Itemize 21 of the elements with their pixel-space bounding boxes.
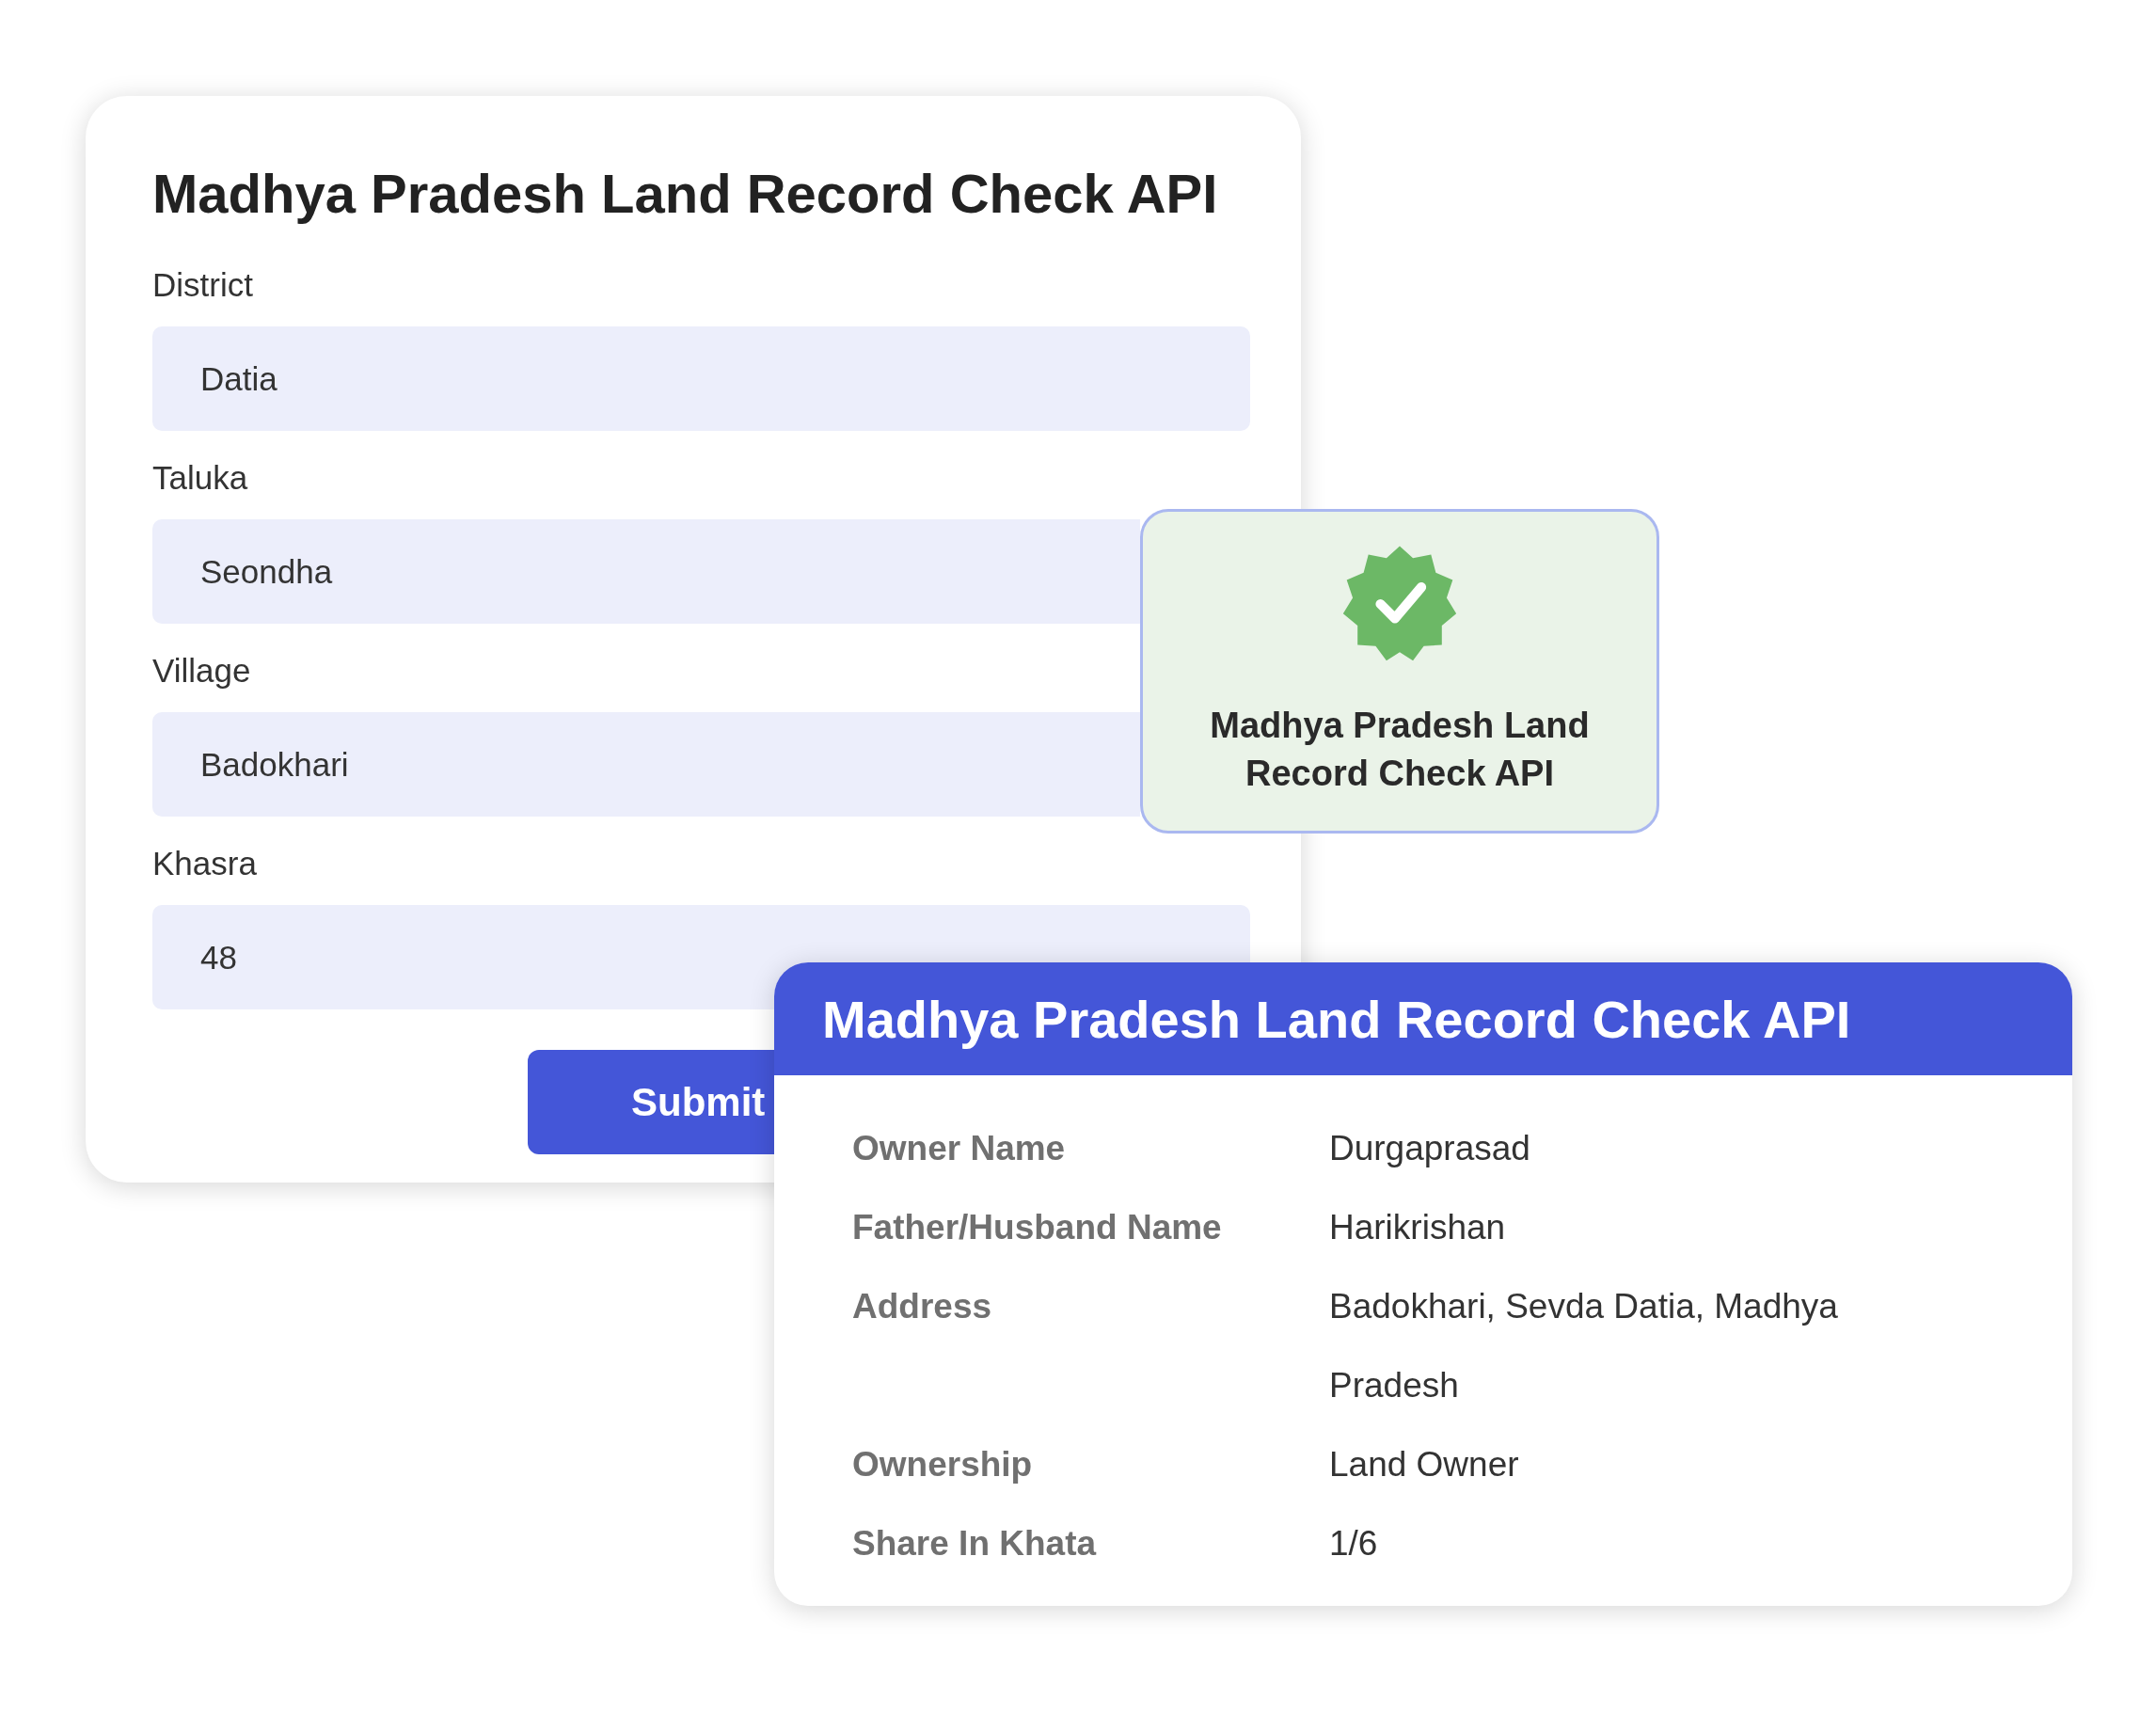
- result-value: Land Owner: [1329, 1444, 1520, 1485]
- result-value: Harikrishan: [1329, 1207, 1507, 1248]
- verified-text: Madhya Pradesh Land Record Check API: [1209, 705, 1591, 796]
- form-title: Madhya Pradesh Land Record Check API: [152, 162, 1219, 225]
- input-field[interactable]: Seondha: [152, 519, 1140, 624]
- input-field[interactable]: Datia: [152, 326, 1250, 431]
- result-label: Owner Name: [852, 1128, 1067, 1169]
- field-label: Khasra: [152, 845, 258, 882]
- result-value: Badokhari, Sevda Datia, Madhya Pradesh: [1329, 1286, 1839, 1406]
- result-label: Share In Khata: [852, 1523, 1098, 1564]
- field-label: District: [152, 266, 254, 304]
- result-value: 1/6: [1329, 1523, 1379, 1564]
- result-label: Ownership: [852, 1444, 1034, 1485]
- result-value: Durgaprasad: [1329, 1128, 1531, 1169]
- result-label: Father/Husband Name: [852, 1207, 1223, 1248]
- result-label: Address: [852, 1286, 993, 1327]
- field-label: Village: [152, 652, 252, 690]
- input-field[interactable]: Badokhari: [152, 712, 1140, 817]
- submit-button[interactable]: Submit: [528, 1050, 774, 1154]
- field-label: Taluka: [152, 459, 249, 497]
- result-header: Madhya Pradesh Land Record Check API: [774, 962, 2072, 1075]
